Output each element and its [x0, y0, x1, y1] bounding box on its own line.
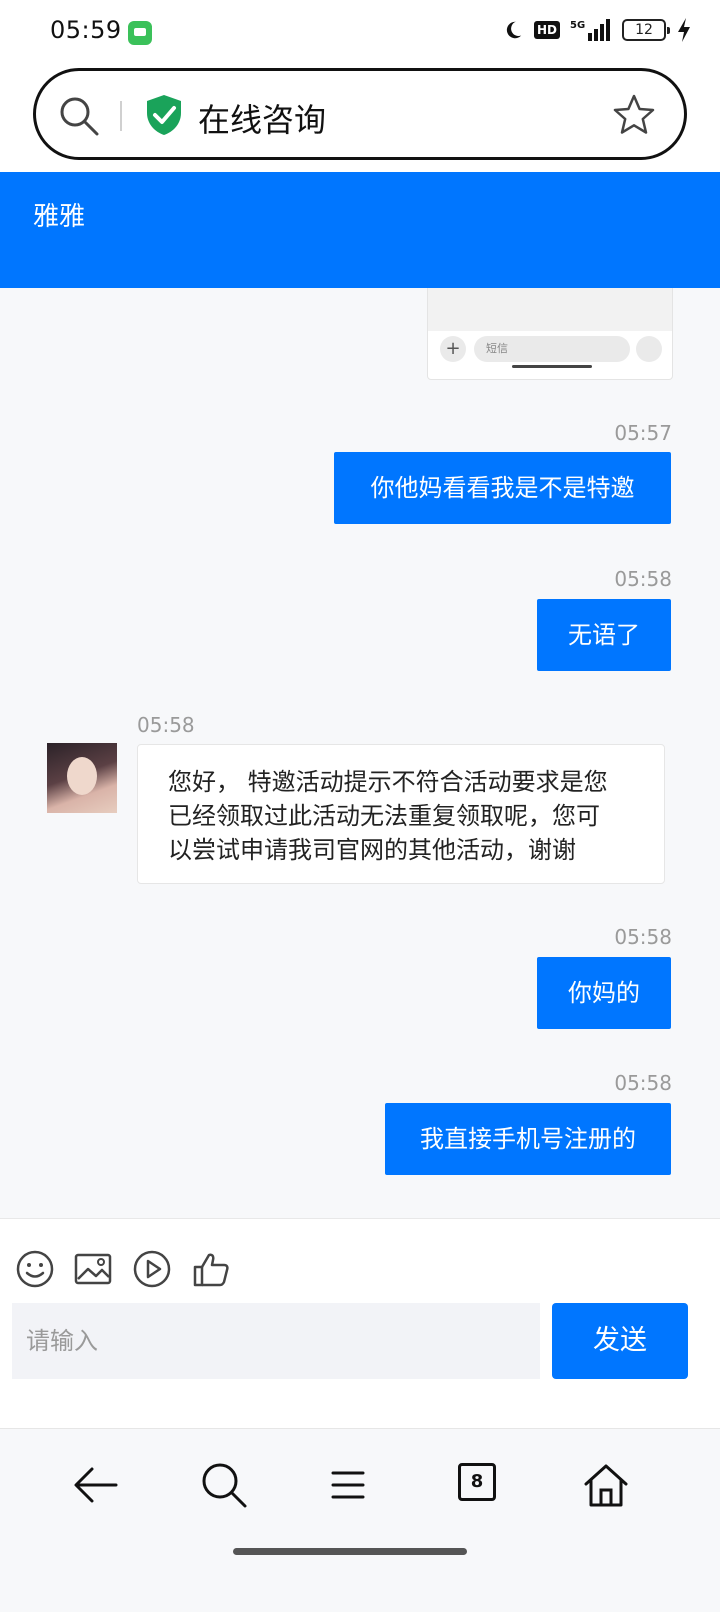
tabs-count-button[interactable]: 8 [458, 1463, 496, 1501]
send-button[interactable]: 发送 [552, 1303, 688, 1379]
address-divider [120, 101, 122, 131]
page-title[interactable]: 在线咨询 [198, 95, 326, 141]
composer: 发送 [0, 1218, 720, 1428]
user-message[interactable]: 你他妈看看我是不是特邀 [334, 452, 671, 524]
browser-bottom-nav: 8 [0, 1428, 720, 1612]
user-message[interactable]: 我直接手机号注册的 [385, 1103, 671, 1175]
menu-icon[interactable] [320, 1457, 376, 1513]
message-input[interactable] [12, 1303, 540, 1379]
user-message[interactable]: 无语了 [537, 599, 671, 671]
message-time: 05:57 [614, 421, 672, 445]
thumbs-up-icon[interactable] [191, 1249, 231, 1289]
moon-icon [506, 21, 522, 39]
bookmark-star-icon[interactable] [612, 93, 656, 137]
message-time: 05:58 [137, 713, 195, 737]
image-message-content [428, 288, 672, 331]
agent-message-line: 已经领取过此活动无法重复领取呢，您可 [168, 802, 600, 830]
agent-avatar[interactable] [47, 743, 117, 813]
search-icon[interactable] [196, 1457, 252, 1513]
message-time: 05:58 [614, 1071, 672, 1095]
image-message[interactable]: + 短信 [427, 288, 673, 380]
home-icon[interactable] [578, 1457, 634, 1513]
search-icon[interactable] [56, 93, 102, 139]
image-home-bar [512, 365, 592, 368]
send-arrow-icon [636, 336, 662, 362]
messages-notification-icon [128, 21, 152, 45]
image-icon[interactable] [73, 1249, 113, 1289]
chat-header: 雅雅 [0, 172, 720, 288]
back-icon[interactable] [68, 1457, 124, 1513]
address-bar[interactable]: 在线咨询 [33, 68, 687, 160]
agent-name: 雅雅 [33, 202, 86, 232]
battery-indicator: 12 [622, 19, 670, 41]
shield-check-icon [147, 95, 181, 135]
plus-icon: + [440, 336, 466, 362]
emoji-icon[interactable] [15, 1249, 55, 1289]
signal-5g-icon: 5G [570, 19, 610, 41]
status-icons: HD 5G 12 [502, 18, 692, 42]
chat-messages[interactable]: + 短信 05:57 你他妈看看我是不是特邀 05:58 无语了 05:58 您… [0, 288, 720, 1218]
agent-message-line: 您好， 特邀活动提示不符合活动要求是您 [168, 768, 608, 796]
charging-bolt-icon [678, 18, 690, 42]
avatar-face [67, 757, 97, 795]
message-time: 05:58 [614, 925, 672, 949]
message-time: 05:58 [614, 567, 672, 591]
svg-text:5G: 5G [570, 20, 585, 31]
image-sms-field: 短信 [474, 336, 630, 362]
status-time: 05:59 [50, 16, 122, 44]
agent-message[interactable]: 您好， 特邀活动提示不符合活动要求是您 已经领取过此活动无法重复领取呢，您可 以… [137, 744, 665, 884]
home-indicator [233, 1548, 467, 1555]
user-message[interactable]: 你妈的 [537, 957, 671, 1029]
status-bar: 05:59 HD 5G 12 [0, 0, 720, 64]
video-icon[interactable] [132, 1249, 172, 1289]
agent-message-line: 以尝试申请我司官网的其他活动，谢谢 [168, 836, 576, 864]
hd-badge: HD [533, 21, 560, 39]
